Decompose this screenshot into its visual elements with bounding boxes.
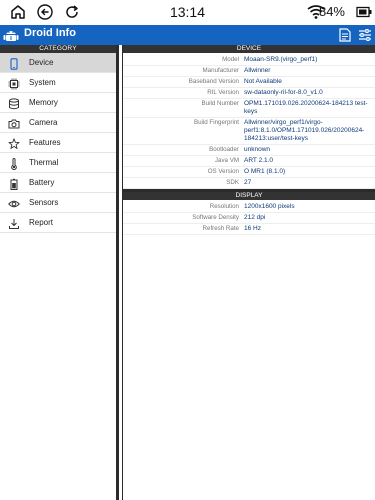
info-key: Software Density [192, 214, 239, 221]
info-row-bootloader: Bootloader unknown [123, 145, 375, 156]
category-label: Sensors [29, 198, 59, 207]
info-row-resolution: Resolution 1200x1600 pixels [123, 202, 375, 213]
info-value: 1200x1600 pixels [244, 203, 295, 210]
info-value: 212 dpi [244, 214, 266, 221]
info-row-build-number: Build Number OPM1.171019.026.20200624-18… [123, 99, 375, 118]
info-key: Model [222, 56, 239, 63]
category-item-report[interactable]: Report [0, 213, 116, 233]
features-icon [8, 137, 20, 149]
info-key: Refresh Rate [202, 225, 239, 232]
device-section-header: DEVICE [123, 45, 375, 53]
detail-panel: DEVICE Model Moaan-SR9.(virgo_perf1) Man… [122, 45, 375, 500]
battery-status-icon [354, 2, 374, 22]
android-logo-icon [2, 26, 20, 44]
app-title: Droid Info [24, 27, 76, 39]
camera-icon [8, 117, 20, 129]
info-value: 27 [244, 179, 252, 186]
info-key: Build Number [201, 100, 240, 107]
info-value: Allwinner/virgo_perf1/virgo-perf1:8.1.0/… [244, 119, 365, 142]
category-item-sensors[interactable]: Sensors [0, 193, 116, 213]
category-item-thermal[interactable]: Thermal [0, 153, 116, 173]
category-item-device[interactable]: Device [0, 53, 116, 73]
display-section-header: DISPLAY [123, 192, 375, 200]
category-header: CATEGORY [0, 45, 116, 53]
info-value: Moaan-SR9.(virgo_perf1) [244, 56, 318, 63]
info-key: Baseband Version [188, 78, 239, 85]
info-row-manufacturer: Manufacturer Allwinner [123, 66, 375, 77]
phone-icon [8, 57, 20, 70]
info-row-density: Software Density 212 dpi [123, 213, 375, 224]
category-item-memory[interactable]: Memory [0, 93, 116, 113]
info-value: sw-dataonly-ril-for-8.0_v1.0 [244, 89, 323, 96]
info-key: Manufacturer [202, 67, 239, 74]
category-item-battery[interactable]: Battery [0, 173, 116, 193]
category-label: Thermal [29, 158, 59, 167]
info-row-build-fingerprint: Build Fingerprint Allwinner/virgo_perf1/… [123, 118, 375, 145]
eye-icon [8, 197, 20, 209]
info-value: unknown [244, 146, 271, 153]
document-icon[interactable] [336, 26, 354, 44]
category-list: Device System Memory Camera Features The… [0, 53, 116, 233]
info-key: RIL Version [207, 89, 239, 96]
info-value: ART 2.1.0 [244, 157, 274, 164]
app-bar: Droid Info [0, 25, 375, 45]
category-label: Memory [29, 98, 58, 107]
info-row-java-vm: Java VM ART 2.1.0 [123, 156, 375, 167]
info-value: O MR1 (8.1.0) [244, 168, 286, 175]
category-label: Device [29, 58, 54, 67]
info-key: Resolution [209, 203, 239, 210]
category-label: Report [29, 218, 54, 227]
info-key: OS Version [207, 168, 239, 175]
info-key: Bootloader [209, 146, 239, 153]
info-key: Build Fingerprint [193, 119, 239, 126]
download-icon [8, 217, 20, 229]
info-row-model: Model Moaan-SR9.(virgo_perf1) [123, 55, 375, 66]
info-row-refresh-rate: Refresh Rate 16 Hz [123, 224, 375, 235]
category-label: Battery [29, 178, 55, 187]
category-item-system[interactable]: System [0, 73, 116, 93]
settings-sliders-icon[interactable] [356, 26, 374, 44]
info-value: 16 Hz [244, 225, 261, 232]
thermometer-icon [8, 157, 20, 171]
category-panel: CATEGORY Device System Memory Camera Fea… [0, 45, 119, 500]
chip-icon [8, 77, 20, 90]
status-bar: 13:14 84% [0, 0, 375, 24]
info-value: Not Available [244, 78, 282, 85]
info-key: SDK [226, 179, 239, 186]
category-label: System [29, 78, 56, 87]
category-label: Features [29, 138, 61, 147]
info-key: Java VM [214, 157, 239, 164]
info-row-sdk: SDK 27 [123, 178, 375, 189]
info-row-ril-version: RIL Version sw-dataonly-ril-for-8.0_v1.0 [123, 88, 375, 99]
category-item-features[interactable]: Features [0, 133, 116, 153]
info-row-os-version: OS Version O MR1 (8.1.0) [123, 167, 375, 178]
battery-icon [8, 177, 20, 190]
category-item-camera[interactable]: Camera [0, 113, 116, 133]
info-row-baseband: Baseband Version Not Available [123, 77, 375, 88]
database-icon [8, 97, 20, 110]
info-value: Allwinner [244, 67, 271, 74]
category-label: Camera [29, 118, 58, 127]
battery-percent: 84% [318, 4, 345, 19]
info-value: OPM1.171019.026.20200624-184213 test-key… [244, 100, 368, 115]
